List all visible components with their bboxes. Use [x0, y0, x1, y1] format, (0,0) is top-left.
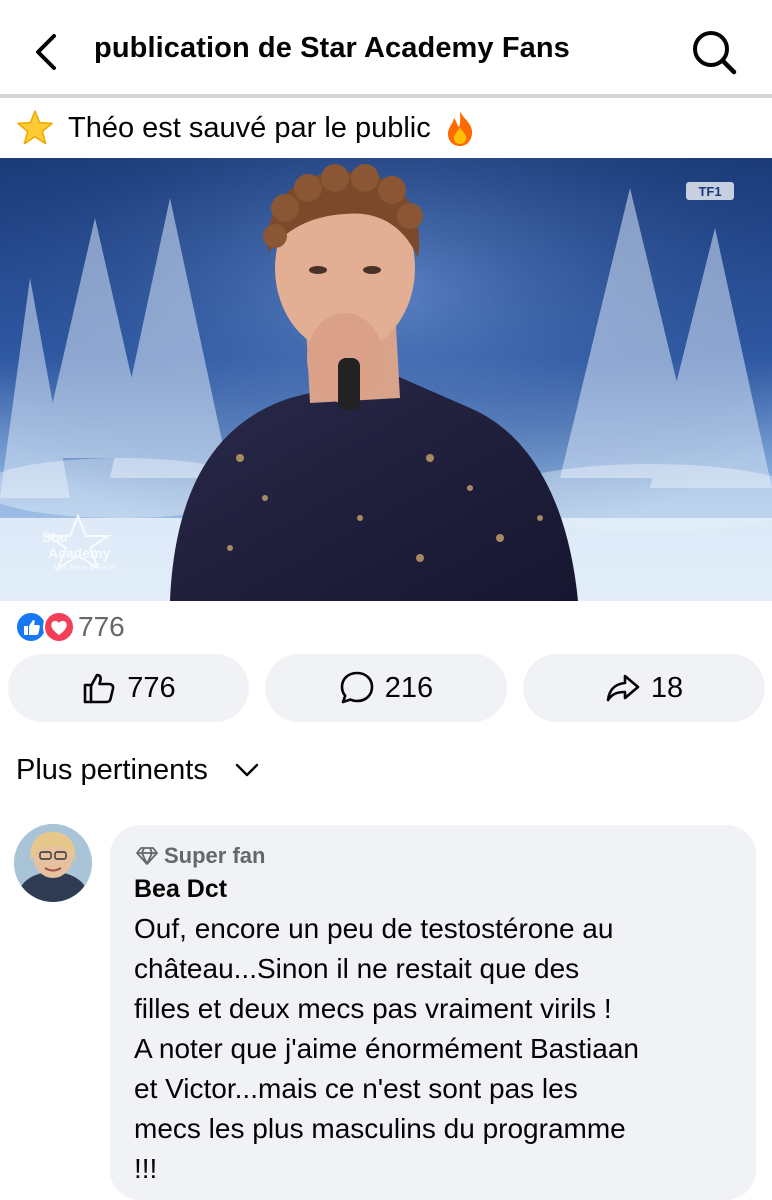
share-arrow-icon [606, 674, 640, 702]
svg-text:Academy: Academy [48, 545, 110, 561]
search-button[interactable] [690, 28, 738, 76]
comment-sort-dropdown[interactable]: Plus pertinents [16, 748, 262, 792]
like-count: 776 [127, 671, 176, 704]
comment-line: mecs les plus masculins du programme [134, 1113, 626, 1144]
comment-author[interactable]: Bea Dct [134, 875, 227, 904]
sort-label: Plus pertinents [16, 753, 208, 786]
avatar[interactable] [14, 824, 92, 902]
comment-text: Ouf, encore un peu de testostérone au ch… [134, 909, 734, 1189]
reactions-count: 776 [78, 611, 125, 642]
svg-text:Star: Star [42, 529, 70, 545]
fire-emoji-icon [443, 109, 477, 147]
comment-line: A noter que j'aime énormément Bastiaan [134, 1033, 639, 1064]
comment-line: !!! [134, 1153, 158, 1184]
super-fan-badge: Super fan [136, 843, 265, 869]
share-count: 18 [650, 671, 684, 704]
comment-count: 216 [384, 671, 434, 704]
header-divider [0, 94, 772, 98]
comment-line: filles et deux mecs pas vraiment virils … [134, 993, 612, 1024]
comment-line: château...Sinon il ne restait que des [134, 953, 580, 984]
channel-logo: TF1 [686, 182, 734, 200]
search-icon [693, 31, 737, 75]
chevron-left-icon [36, 34, 56, 70]
comment-bubble-icon [340, 671, 374, 704]
svg-text:Les Face-à-Face: Les Face-à-Face [54, 563, 115, 572]
comment-line: et Victor...mais ce n'est sont pas les [134, 1073, 578, 1104]
comment-line: Ouf, encore un peu de testostérone au [134, 913, 614, 944]
badge-label: Super fan [164, 843, 266, 868]
chevron-down-icon [235, 763, 259, 777]
star-emoji-icon [16, 109, 54, 147]
post-caption: Théo est sauvé par le public [16, 106, 477, 150]
post-video[interactable]: TF1 Star Academy Les Face-à-Face [0, 158, 772, 601]
comment-bubble: Super fan Bea Dct Ouf, encore un peu de … [110, 825, 756, 1200]
share-button[interactable]: 18 [523, 654, 765, 722]
comment-button[interactable]: 216 [265, 654, 507, 722]
back-button[interactable] [28, 30, 68, 74]
love-icon [43, 611, 75, 643]
reactions-summary[interactable]: 776 [14, 608, 125, 646]
post-caption-text: Théo est sauvé par le public [68, 111, 431, 144]
diamond-icon [136, 847, 158, 865]
thumbs-up-icon [83, 673, 115, 704]
like-button[interactable]: 776 [8, 654, 249, 722]
page-title: publication de Star Academy Fans [94, 32, 570, 64]
top-bar: publication de Star Academy Fans [0, 0, 772, 96]
svg-text:TF1: TF1 [698, 184, 721, 199]
